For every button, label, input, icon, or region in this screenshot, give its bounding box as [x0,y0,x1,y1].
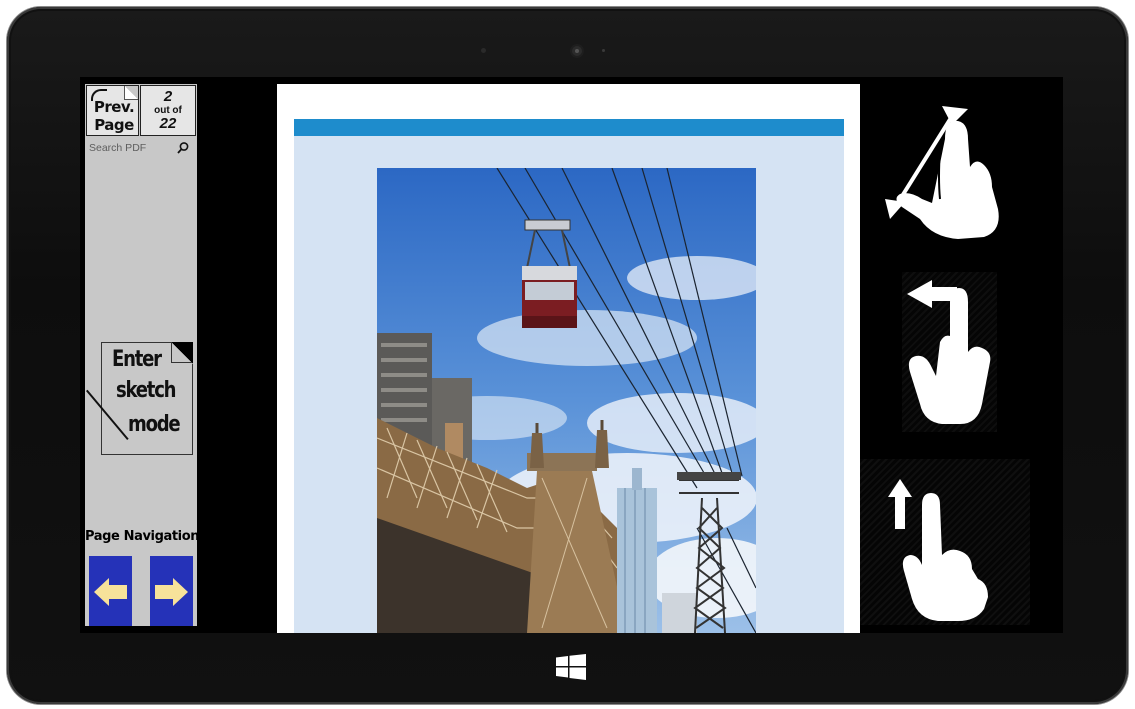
arrow-left-icon [94,578,127,606]
prev-page-label-line2: Page [94,116,134,134]
arrow-right-icon [155,578,188,606]
search-box [86,139,196,157]
search-icon[interactable] [176,141,190,155]
pdf-page[interactable] [277,84,860,633]
light-sensor [481,48,486,53]
pinch-zoom-gesture-icon [885,106,999,239]
front-camera [572,46,582,56]
previous-page-nav-button[interactable] [89,556,132,626]
page-fold-icon [171,342,193,364]
camera-led [602,49,605,52]
tramway-photo [377,168,756,633]
sketch-label-line1: Enter [112,347,162,372]
swipe-horizontal-gesture-icon [902,272,997,432]
windows-logo-icon[interactable] [556,654,586,680]
page-header-bar [294,119,844,136]
enter-sketch-mode-button[interactable]: Enter sketch mode [86,342,193,455]
page-navigation-label: Page Navigation [85,529,200,544]
swipe-up-gesture-icon [860,459,1030,625]
page-current: 2 [163,88,173,105]
prev-page-label-line1: Prev. [93,98,135,116]
page-total: 22 [159,115,177,132]
search-input[interactable] [89,140,174,156]
tablet-screen: Prev. Page 2 out of 22 Enter sketch mode… [80,77,1063,633]
prev-page-button[interactable]: Prev. Page [86,85,139,136]
next-page-nav-button[interactable] [150,556,193,626]
sketch-label-line2: sketch [116,378,177,403]
prev-page-label: Prev. Page [91,98,137,134]
pdf-sidebar: Prev. Page 2 out of 22 Enter sketch mode… [85,84,200,626]
page-counter: 2 out of 22 [140,85,196,136]
sketch-label-line3: mode [128,412,181,437]
